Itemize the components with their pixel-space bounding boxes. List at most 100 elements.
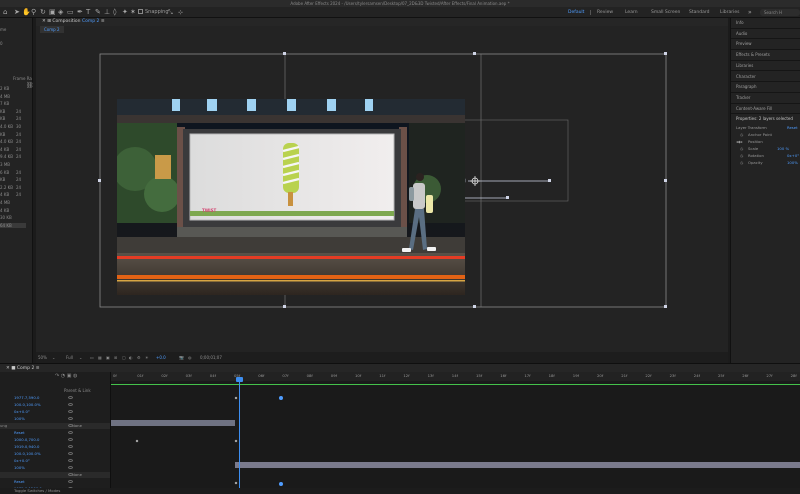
- brush-tool-icon[interactable]: ✎: [95, 8, 101, 17]
- prop-rotation-value[interactable]: 0x+0°: [787, 153, 799, 158]
- hand-tool-icon[interactable]: ✋: [22, 8, 31, 17]
- keyframe-selected[interactable]: [279, 482, 283, 486]
- prop-opacity-value[interactable]: 100%: [787, 160, 798, 165]
- snapping-toggle[interactable]: Snapping: [138, 8, 169, 17]
- eraser-tool-icon[interactable]: ◊: [113, 8, 116, 17]
- pen-tool-icon[interactable]: ✒: [77, 8, 83, 17]
- pickwhip-icon[interactable]: [68, 410, 73, 413]
- toggle-switches-modes[interactable]: Toggle Switches / Modes: [14, 488, 60, 493]
- project-item-size[interactable]: 4 MB: [0, 94, 10, 99]
- pickwhip-icon[interactable]: [68, 452, 73, 455]
- panel-content-aware-fill[interactable]: Content-Aware Fill: [731, 104, 800, 115]
- keyframe[interactable]: [234, 481, 238, 485]
- project-item-size[interactable]: 4 KB: [0, 208, 9, 213]
- project-item-size[interactable]: 64 KB: [0, 222, 26, 228]
- transparency-grid-icon[interactable]: ▦: [98, 352, 102, 363]
- timeline-layer-row[interactable]: ung None: [0, 423, 110, 429]
- camera-tool-icon[interactable]: ▣: [49, 8, 56, 17]
- panel-info[interactable]: Info: [731, 18, 800, 29]
- type-tool-icon[interactable]: T: [86, 8, 90, 17]
- snap-options-icon[interactable]: ⤡: [168, 8, 173, 17]
- roto-brush-tool-icon[interactable]: ✦: [122, 8, 128, 17]
- pickwhip-icon[interactable]: [68, 403, 73, 406]
- layer-transform-reset-link[interactable]: Reset: [787, 125, 798, 130]
- stopwatch-icon[interactable]: ◷: [740, 153, 743, 158]
- playhead-line[interactable]: [239, 378, 240, 494]
- resolution-chevron-down-icon[interactable]: ⌄: [79, 352, 82, 363]
- workspace-learn[interactable]: Learn: [625, 8, 638, 17]
- workspace-small-screen[interactable]: Small Screen: [651, 8, 680, 17]
- camera-view-icon[interactable]: ▢: [122, 352, 126, 363]
- mask-visibility-icon[interactable]: ▣: [106, 352, 110, 363]
- rectangle-tool-icon[interactable]: ▭: [67, 8, 74, 17]
- zoom-tool-icon[interactable]: ⚲: [31, 8, 36, 17]
- timeline-property-row[interactable]: 1000.0,700.0: [0, 437, 110, 443]
- property-value[interactable]: 1919.0,940.0: [14, 444, 39, 450]
- project-item-size[interactable]: KB: [0, 132, 5, 137]
- property-value[interactable]: 0x+0.0°: [14, 458, 30, 464]
- keyframe[interactable]: [135, 439, 139, 443]
- project-item-size[interactable]: 30 KB: [0, 215, 12, 220]
- pickwhip-icon[interactable]: [68, 424, 73, 427]
- fast-preview-icon[interactable]: ⚙: [137, 352, 141, 363]
- project-item-size[interactable]: 4 MB: [0, 200, 10, 205]
- pan-behind-tool-icon[interactable]: ◈: [58, 8, 63, 17]
- time-ruler[interactable]: 0f 01f 02f 03f 04f 05f 06f 07f 08f 09f 10f 11f 12f 13…: [111, 372, 800, 381]
- keyframe[interactable]: [234, 396, 238, 400]
- timeline-property-row[interactable]: 100%: [0, 465, 110, 471]
- panel-preview[interactable]: Preview: [731, 39, 800, 51]
- current-time-display[interactable]: 0;00;01;07: [200, 352, 222, 363]
- puppet-tool-icon[interactable]: ✶: [130, 8, 136, 17]
- project-item-size[interactable]: KB: [0, 116, 5, 121]
- timeline-layer-row[interactable]: None: [0, 472, 110, 478]
- pickwhip-icon[interactable]: [68, 445, 73, 448]
- timeline-property-row[interactable]: 0x+0.0°: [0, 409, 110, 415]
- project-item-size[interactable]: KB: [0, 177, 5, 182]
- clone-stamp-tool-icon[interactable]: ⊥: [104, 8, 110, 17]
- color-management-icon[interactable]: ☀: [145, 352, 149, 363]
- timeline-property-row[interactable]: 1977.7,590.0: [0, 395, 110, 401]
- property-value[interactable]: 100.0,100.0%: [14, 402, 41, 408]
- reset-link[interactable]: Reset: [14, 479, 25, 485]
- panel-character[interactable]: Character: [731, 72, 800, 83]
- stopwatch-icon[interactable]: ◷: [740, 132, 743, 137]
- project-flowchart-icon[interactable]: ⛓: [26, 82, 34, 89]
- project-item-size[interactable]: 2 KB: [0, 86, 9, 91]
- pickwhip-icon[interactable]: [68, 473, 73, 476]
- panel-effects-presets[interactable]: Effects & Presets: [731, 50, 800, 61]
- pickwhip-icon[interactable]: [68, 466, 73, 469]
- parent-select[interactable]: None: [72, 472, 82, 478]
- composition-subtab[interactable]: Comp 2: [40, 26, 64, 33]
- zoom-level-select[interactable]: 50%: [38, 352, 47, 363]
- search-help-input[interactable]: Search H: [760, 9, 800, 16]
- rotation-tool-icon[interactable]: ↻: [40, 8, 46, 17]
- composition-tab[interactable]: ✕ ⊞ Composition Comp 2 ≡: [42, 18, 105, 26]
- zoom-chevron-down-icon[interactable]: ⌄: [52, 352, 55, 363]
- stopwatch-icon[interactable]: ◷: [740, 146, 743, 151]
- project-item-size[interactable]: 9.4 KB: [0, 154, 13, 159]
- pickwhip-icon[interactable]: [68, 417, 73, 420]
- keyframe[interactable]: [234, 439, 238, 443]
- property-value[interactable]: 100.0,100.0%: [14, 451, 41, 457]
- timeline-property-row[interactable]: 1919.0,940.0: [0, 444, 110, 450]
- exposure-value[interactable]: +0.0: [156, 352, 166, 363]
- keyframe-nav-icon[interactable]: ◂◆▸: [736, 139, 743, 144]
- reset-link[interactable]: Reset: [14, 430, 25, 436]
- project-item-size[interactable]: KB: [0, 109, 5, 114]
- workspace-libraries[interactable]: Libraries: [720, 8, 739, 17]
- project-item-size[interactable]: 6 KB: [0, 170, 9, 175]
- panel-audio[interactable]: Audio: [731, 29, 800, 40]
- property-value[interactable]: 1977.7,590.0: [14, 395, 39, 401]
- playhead-handle[interactable]: [236, 377, 243, 382]
- guides-icon[interactable]: ⊞: [114, 352, 117, 363]
- panel-paragraph[interactable]: Paragraph: [731, 82, 800, 93]
- workspace-menu-icon[interactable]: »: [748, 8, 752, 17]
- region-of-interest-icon[interactable]: ▭: [90, 352, 94, 363]
- timeline-property-row[interactable]: Reset: [0, 479, 110, 485]
- stopwatch-icon[interactable]: ◷: [740, 160, 743, 165]
- project-item-size[interactable]: 4 KB: [0, 147, 9, 152]
- property-value[interactable]: 100%: [14, 416, 25, 422]
- project-item-size[interactable]: 3 MB: [0, 162, 10, 167]
- footage-bus-stop-scene[interactable]: TWIST: [117, 99, 465, 295]
- layer-duration-bar[interactable]: [235, 462, 800, 468]
